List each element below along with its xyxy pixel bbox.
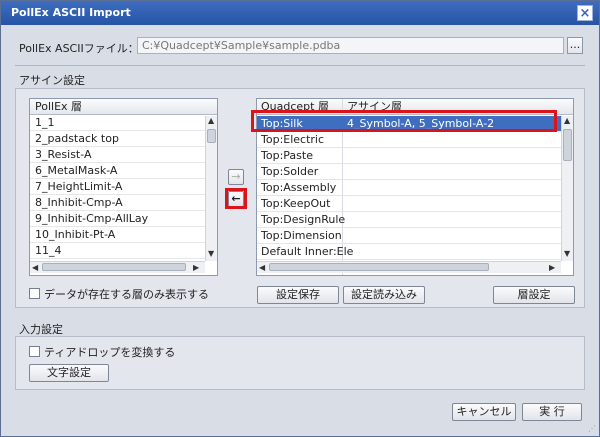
list-item[interactable]: 11_4 bbox=[30, 243, 217, 259]
vertical-scrollbar[interactable]: ▲ ▼ bbox=[561, 116, 573, 261]
list-item[interactable]: 3_Resist-A bbox=[30, 147, 217, 163]
highlight-box bbox=[225, 188, 247, 209]
assign-right-button[interactable]: → bbox=[228, 169, 244, 185]
list-item[interactable]: 9_Inhibit-Cmp-AllLay bbox=[30, 211, 217, 227]
window-title: PollEx ASCII Import bbox=[11, 6, 131, 19]
show-only-data-label: データが存在する層のみ表示する bbox=[44, 288, 209, 301]
scroll-left-icon[interactable]: ◀ bbox=[32, 263, 38, 272]
table-row[interactable]: Top:Dimension bbox=[257, 228, 561, 244]
scroll-right-icon[interactable]: ▶ bbox=[549, 263, 555, 272]
assign-section-label: アサイン設定 bbox=[19, 74, 85, 87]
table-row[interactable]: Top:Paste bbox=[257, 148, 561, 164]
save-settings-button[interactable]: 設定保存 bbox=[257, 286, 339, 304]
browse-button[interactable]: ... bbox=[567, 37, 583, 54]
scroll-down-icon[interactable]: ▼ bbox=[564, 249, 570, 258]
scroll-up-icon[interactable]: ▲ bbox=[208, 116, 214, 125]
table-row[interactable]: Top:KeepOut bbox=[257, 196, 561, 212]
title-bar: PollEx ASCII Import × bbox=[1, 1, 599, 25]
text-settings-button[interactable]: 文字設定 bbox=[29, 364, 109, 382]
list-item[interactable]: 8_Inhibit-Cmp-A bbox=[30, 195, 217, 211]
load-settings-button[interactable]: 設定読み込み bbox=[343, 286, 425, 304]
scroll-thumb[interactable] bbox=[42, 263, 186, 271]
close-icon[interactable]: × bbox=[577, 5, 593, 21]
table-row[interactable]: Top:DesignRule bbox=[257, 212, 561, 228]
scroll-thumb[interactable] bbox=[563, 129, 572, 161]
horizontal-scrollbar[interactable]: ◀ ▶ bbox=[30, 261, 205, 273]
list-item[interactable]: 6_MetalMask-A bbox=[30, 163, 217, 179]
list-item[interactable]: 10_Inhibit-Pt-A bbox=[30, 227, 217, 243]
resize-grip-icon[interactable]: ⋰ bbox=[588, 424, 596, 433]
scroll-up-icon[interactable]: ▲ bbox=[564, 116, 570, 125]
horizontal-scrollbar[interactable]: ◀ ▶ bbox=[257, 261, 561, 273]
teardrop-checkbox[interactable] bbox=[29, 346, 40, 357]
pollex-layer-list[interactable]: PollEx 層 1_1 2_padstack top 3_Resist-A 6… bbox=[29, 98, 218, 276]
table-row[interactable]: Top:Assembly bbox=[257, 180, 561, 196]
scroll-right-icon[interactable]: ▶ bbox=[193, 263, 199, 272]
file-path-field[interactable]: C:¥Quadcept¥Sample¥sample.pdba bbox=[137, 37, 564, 54]
table-row[interactable]: Default Inner:Ele bbox=[257, 244, 561, 260]
run-button[interactable]: 実 行 bbox=[522, 403, 582, 421]
scroll-left-icon[interactable]: ◀ bbox=[259, 263, 265, 272]
file-label: PollEx ASCIIファイル： bbox=[19, 42, 139, 55]
import-dialog: PollEx ASCII Import × PollEx ASCIIファイル： … bbox=[0, 0, 600, 437]
teardrop-label: ティアドロップを変換する bbox=[44, 346, 176, 359]
highlight-box bbox=[251, 110, 557, 132]
scroll-down-icon[interactable]: ▼ bbox=[208, 249, 214, 258]
table-row[interactable]: Top:Electric bbox=[257, 132, 561, 148]
scroll-thumb[interactable] bbox=[207, 129, 216, 143]
list-item[interactable]: 2_padstack top bbox=[30, 131, 217, 147]
scroll-thumb[interactable] bbox=[269, 263, 489, 271]
vertical-scrollbar[interactable]: ▲ ▼ bbox=[205, 116, 217, 261]
divider bbox=[15, 65, 585, 66]
input-section-label: 入力設定 bbox=[19, 323, 63, 336]
cancel-button[interactable]: キャンセル bbox=[452, 403, 516, 421]
layer-settings-button[interactable]: 層設定 bbox=[493, 286, 575, 304]
pollex-header: PollEx 層 bbox=[30, 99, 217, 115]
table-row[interactable]: Top:Solder bbox=[257, 164, 561, 180]
list-item[interactable]: 7_HeightLimit-A bbox=[30, 179, 217, 195]
show-only-data-checkbox[interactable] bbox=[29, 288, 40, 299]
list-item[interactable]: 1_1 bbox=[30, 115, 217, 131]
